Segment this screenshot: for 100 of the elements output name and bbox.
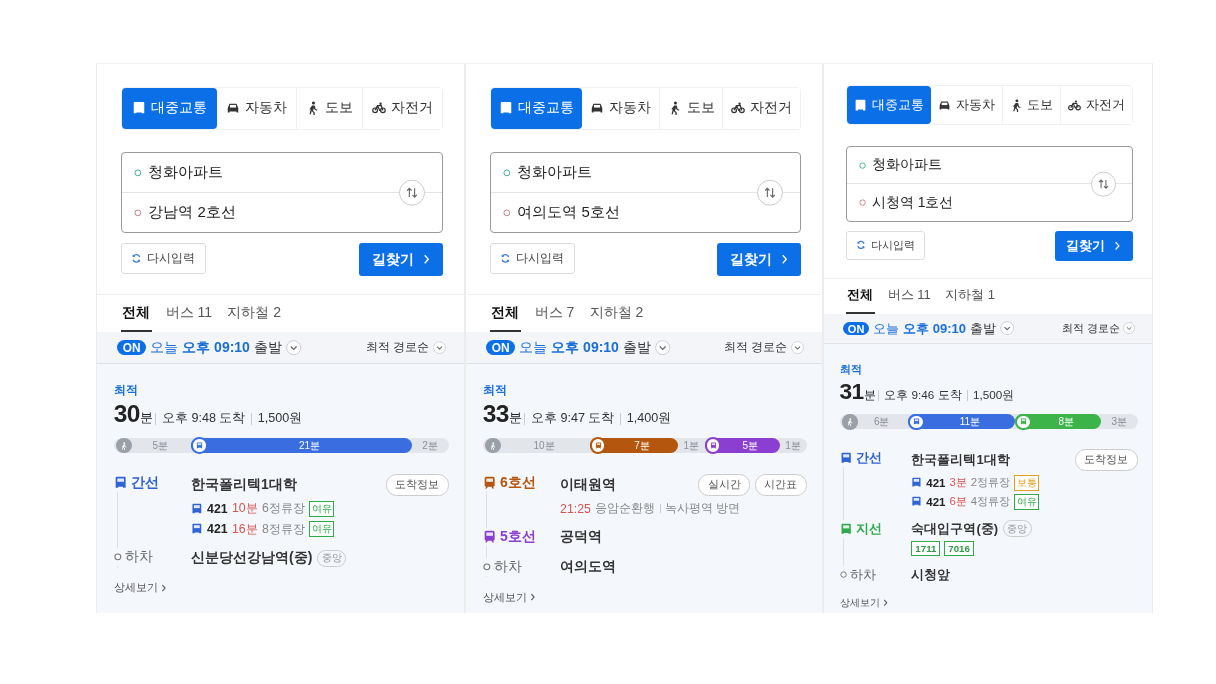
dropdown-icon: [790, 341, 804, 355]
result-tab[interactable]: 지하철 1: [943, 285, 997, 314]
result-tab[interactable]: 지하철 2: [588, 304, 645, 333]
stops-away: 2정류장: [970, 475, 1011, 490]
origin-dot-icon: [858, 161, 866, 169]
stop-name: 공덕역: [560, 528, 603, 547]
fare: 1,500원: [251, 413, 308, 425]
swap-button[interactable]: [398, 179, 426, 207]
line-label: 하차: [850, 565, 877, 584]
departure-time-dropdown[interactable]: ON 오늘 오후 09:10 출발: [842, 319, 1015, 338]
train-icon: [594, 442, 602, 450]
arrival-time: 16분: [231, 520, 258, 538]
mode-tab[interactable]: 대중교통: [121, 88, 217, 129]
origin-field[interactable]: 청화아파트: [517, 164, 653, 182]
sort-dropdown[interactable]: 최적 경로순: [365, 339, 446, 356]
origin-field[interactable]: 청화아파트: [148, 164, 284, 182]
destination-field[interactable]: 강남역 2호선: [148, 204, 284, 222]
dropdown-icon: [432, 341, 446, 355]
arrival-time: 6분: [949, 494, 967, 510]
line-label: 지선: [855, 519, 882, 538]
result-tab[interactable]: 버스 11: [164, 304, 214, 333]
destination-field[interactable]: 여의도역 5호선: [517, 204, 653, 222]
segment-time: 3분: [1111, 414, 1128, 429]
arrival-time: 오후 9:47 도착: [524, 413, 621, 425]
train-direction: 녹사평역 방면: [664, 500, 741, 518]
search-button[interactable]: 길찾기: [359, 243, 443, 277]
stop-name: 한국폴리텍1대학: [191, 476, 297, 495]
segment-time: 7분: [633, 438, 651, 453]
route-number[interactable]: 7016: [944, 541, 974, 557]
details-link[interactable]: 상세보기: [113, 580, 167, 596]
refresh-icon: [855, 240, 866, 251]
chevron-right-icon: [781, 254, 789, 265]
line-label: 하차: [494, 557, 523, 576]
stop-name: 한국폴리텍1대학: [911, 450, 1010, 469]
reset-button[interactable]: 다시입력: [120, 243, 206, 275]
arrival-time: 오후 9:48 도착: [155, 413, 252, 425]
origin-dot-icon: [134, 168, 143, 177]
search-button[interactable]: 길찾기: [1054, 230, 1133, 262]
result-tab[interactable]: 지하철 2: [226, 304, 283, 333]
stops-away: 6정류장: [261, 500, 305, 518]
info-button[interactable]: 도착정보: [385, 474, 449, 497]
bicycle-icon: [372, 101, 387, 116]
train-destination: 응암순환행: [595, 500, 656, 518]
info-button[interactable]: 시간표: [754, 474, 807, 497]
dropdown-icon: [286, 340, 302, 356]
reset-button[interactable]: 다시입력: [846, 230, 925, 260]
chevron-right-icon: [423, 254, 431, 265]
stop-name: 이태원역: [560, 476, 617, 495]
search-button[interactable]: 길찾기: [717, 243, 801, 277]
details-link[interactable]: 상세보기: [839, 595, 888, 610]
arrival-time: 10분: [231, 500, 258, 518]
info-button[interactable]: 실시간: [698, 474, 750, 497]
chevron-right-icon: [530, 593, 536, 602]
stop-name: 시청앞: [911, 566, 951, 585]
arrival-time: 오후 9:46 도착: [878, 390, 967, 401]
total-duration: 31: [839, 378, 864, 406]
bicycle-icon: [1068, 98, 1081, 112]
chevron-right-icon: [161, 583, 167, 592]
departure-time-dropdown[interactable]: ON 오늘 오후 09:10 출발: [117, 338, 302, 357]
mode-tab[interactable]: 자전거: [361, 88, 442, 129]
info-button[interactable]: 도착정보: [1074, 448, 1138, 472]
route-number[interactable]: 1711: [911, 541, 941, 557]
segment-time: 5분: [152, 438, 168, 453]
result-tab[interactable]: 버스 7: [533, 304, 576, 333]
car-icon: [938, 98, 951, 112]
fare: 1,400원: [620, 413, 677, 425]
sort-dropdown[interactable]: 최적 경로순: [723, 339, 804, 356]
refresh-icon: [131, 253, 142, 265]
mode-tab[interactable]: 자전거: [722, 88, 800, 129]
mode-tab[interactable]: 자전거: [1060, 86, 1132, 125]
stops-away: 4정류장: [970, 494, 1011, 510]
crowding-badge: 여유: [309, 500, 335, 517]
destination-field[interactable]: 시청역 1호선: [871, 194, 997, 211]
train-icon: [709, 442, 717, 450]
line-label: 5호선: [499, 527, 536, 546]
stop-name: 신분당선강남역(중): [191, 549, 313, 568]
origin-dot-icon: [503, 168, 512, 177]
swap-arrows-icon: [762, 185, 777, 200]
segment-time: 2분: [422, 438, 438, 453]
best-route-label: 최적: [482, 382, 508, 399]
stop-name: 숙대입구역(중): [911, 519, 999, 538]
mode-tab[interactable]: 대중교통: [490, 88, 583, 129]
segment-time: 10분: [533, 438, 555, 453]
duration-unit: 분: [139, 410, 153, 428]
reset-button[interactable]: 다시입력: [489, 243, 575, 275]
mode-tab[interactable]: 대중교통: [847, 86, 932, 125]
dropdown-icon: [1122, 322, 1136, 335]
destination-dot-icon: [858, 198, 866, 207]
swap-button[interactable]: [756, 179, 784, 207]
sort-dropdown[interactable]: 최적 경로순: [1061, 321, 1136, 336]
segment-time: 5분: [741, 438, 760, 453]
destination-dot-icon: [503, 209, 512, 217]
details-link[interactable]: 상세보기: [482, 589, 536, 605]
departure-time-dropdown[interactable]: ON 오늘 오후 09:10 출발: [486, 338, 671, 357]
origin-field[interactable]: 청화아파트: [871, 157, 997, 174]
result-tab[interactable]: 버스 11: [886, 285, 933, 314]
bicycle-icon: [731, 101, 746, 116]
walk-icon: [120, 441, 129, 450]
swap-arrows-icon: [404, 185, 419, 200]
crowding-badge: 여유: [1014, 493, 1040, 510]
